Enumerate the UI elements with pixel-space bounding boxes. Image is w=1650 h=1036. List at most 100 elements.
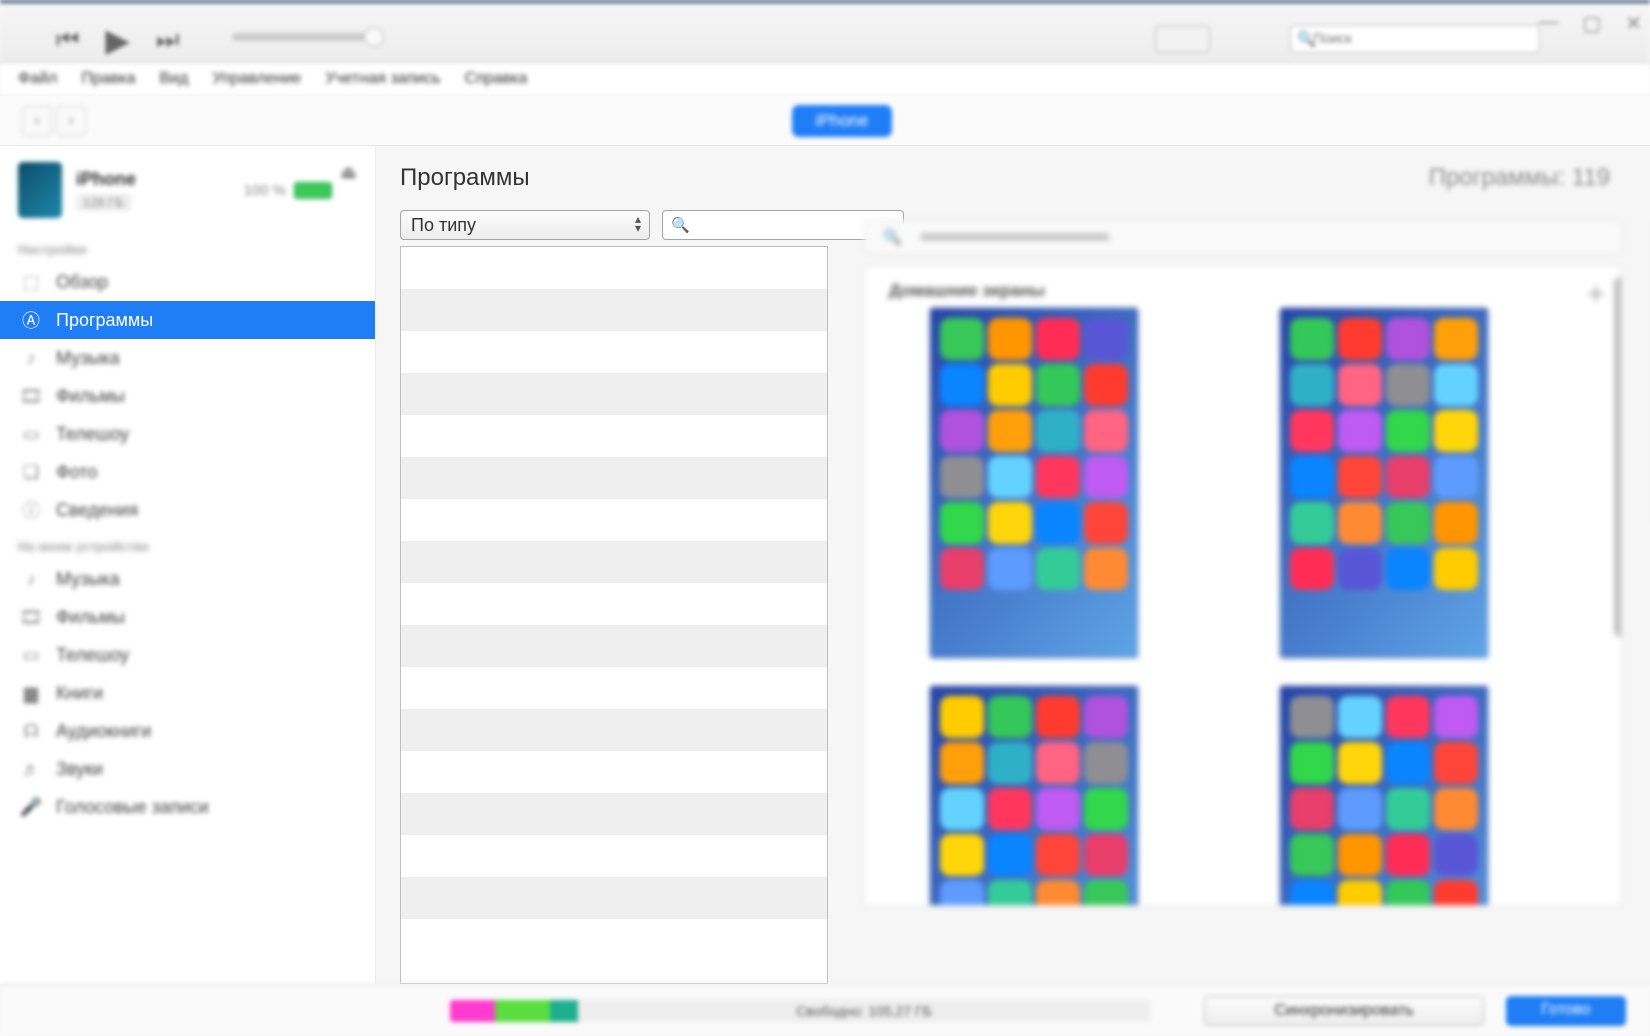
usage-segment	[550, 1000, 578, 1022]
app-list-row[interactable]	[401, 667, 827, 709]
apps-column: Программы По типу ▴▾ 🔍	[376, 146, 846, 984]
menu-item[interactable]: Вид	[159, 70, 188, 89]
home-screen[interactable]: Страница 1	[929, 685, 1139, 906]
sidebar-item[interactable]: 🎞Фильмы	[0, 598, 375, 636]
device-capacity: 128 ГБ	[76, 194, 131, 211]
search-icon: 🔍	[1297, 30, 1316, 48]
sort-dropdown[interactable]: По типу ▴▾	[400, 210, 650, 240]
storage-usage-bar: Свободно: 105,27 ГБ	[450, 1000, 1150, 1022]
menu-item[interactable]: Учетная запись	[325, 70, 440, 89]
home-screens-header: Домашние экраны	[889, 281, 1597, 301]
sidebar-item-label: Звуки	[56, 759, 103, 780]
search-icon: 🔍	[671, 216, 690, 234]
done-button[interactable]: Готово	[1506, 996, 1626, 1026]
sidebar-item-label: Телешоу	[56, 424, 129, 445]
sidebar-item-label: Телешоу	[56, 645, 129, 666]
sidebar: iPhone 128 ГБ 100 % ⏏ Настройки ⬚ОбзорⒶП…	[0, 146, 376, 984]
sidebar-item[interactable]: ☊Аудиокниги	[0, 712, 375, 750]
sidebar-item-icon: ♪	[20, 347, 42, 369]
library-search-input[interactable]	[1313, 26, 1536, 50]
inner-scrollbar[interactable]	[1613, 267, 1622, 899]
battery-icon	[294, 182, 332, 199]
device-name: iPhone	[76, 169, 243, 190]
sidebar-item[interactable]: 🎤 Голосовые записи	[0, 788, 375, 826]
sidebar-item-label: Обзор	[56, 272, 108, 293]
section-caption-ondevice: На моем устройстве	[0, 529, 375, 560]
sidebar-item-icon: Ⓐ	[20, 309, 42, 331]
titlebar-toolbar: ⏮ ▶ ⏭ 🔍 — ▢ ✕	[0, 0, 1650, 64]
app-list-row[interactable]	[401, 751, 827, 793]
app-list-row[interactable]	[401, 877, 827, 919]
app-list-row[interactable]	[401, 583, 827, 625]
sidebar-item-label: Программы	[56, 310, 153, 331]
search-icon: 🔍	[883, 228, 902, 246]
eject-icon[interactable]: ⏏	[340, 162, 357, 183]
sidebar-item[interactable]: ▭ Телешоу	[0, 636, 375, 674]
menu-item[interactable]: Правка	[81, 70, 135, 89]
sidebar-item-label: Фильмы	[56, 386, 125, 407]
sidebar-item[interactable]: 🎞Фильмы	[0, 377, 375, 415]
menu-item[interactable]: Справка	[465, 70, 528, 89]
next-track-icon[interactable]: ⏭	[156, 24, 179, 56]
device-tab[interactable]: iPhone	[792, 105, 893, 137]
app-list-row[interactable]	[401, 247, 827, 289]
add-page-icon[interactable]: ＋	[1585, 277, 1607, 309]
app-list-row[interactable]	[401, 625, 827, 667]
volume-slider[interactable]	[232, 33, 382, 41]
sidebar-item-label: Книги	[56, 683, 103, 704]
app-list-row[interactable]	[401, 373, 827, 415]
window-minimize-icon[interactable]: —	[1538, 11, 1558, 36]
app-list-row[interactable]	[401, 289, 827, 331]
sidebar-item[interactable]: ♪Музыка	[0, 339, 375, 377]
device-thumbnail	[18, 162, 62, 218]
sidebar-item-icon: ▆	[20, 682, 42, 704]
nav-back-button[interactable]: ‹	[22, 106, 52, 136]
sidebar-item-label: Голосовые записи	[56, 797, 209, 818]
home-screens-search[interactable]: 🔍	[864, 220, 1622, 254]
window-maximize-icon[interactable]: ▢	[1582, 11, 1601, 36]
device-header: iPhone 128 ГБ 100 % ⏏	[0, 154, 375, 232]
sidebar-item-icon: 🎤	[20, 796, 42, 818]
sidebar-item[interactable]: ⓘСведения	[0, 491, 375, 529]
sidebar-item[interactable]: ♪Музыка	[0, 560, 375, 598]
prev-track-icon[interactable]: ⏮	[56, 24, 79, 56]
sync-button[interactable]: Синхронизировать	[1204, 996, 1484, 1026]
sidebar-item-icon: ⓘ	[20, 499, 42, 521]
device-view-button[interactable]	[1155, 25, 1210, 53]
bottom-bar: Свободно: 105,27 ГБ Синхронизировать Гот…	[0, 984, 1650, 1036]
playback-controls: ⏮ ▶ ⏭	[56, 21, 179, 59]
app-list-row[interactable]	[401, 331, 827, 373]
sidebar-item-icon: ▭	[20, 644, 42, 666]
sidebar-item-label: Музыка	[56, 569, 120, 590]
menu-item[interactable]: Файл	[18, 70, 57, 89]
sidebar-item-label: Аудиокниги	[56, 721, 151, 742]
location-bar: ‹ › iPhone	[0, 96, 1650, 146]
sidebar-item[interactable]: ❏Фото	[0, 453, 375, 491]
apps-list[interactable]	[400, 246, 828, 984]
play-icon[interactable]: ▶	[105, 21, 130, 59]
app-list-row[interactable]	[401, 793, 827, 835]
sidebar-item-icon: ▭	[20, 423, 42, 445]
home-screen[interactable]	[929, 307, 1139, 665]
sidebar-item[interactable]: Ⓐ Программы	[0, 301, 375, 339]
sidebar-item[interactable]: ♬Звуки	[0, 750, 375, 788]
sidebar-item[interactable]: ▭ Телешоу	[0, 415, 375, 453]
home-screen[interactable]	[1279, 307, 1489, 665]
library-search[interactable]: 🔍	[1290, 25, 1540, 53]
app-list-row[interactable]	[401, 541, 827, 583]
home-screens-area: Домашние экраны ＋ Страница 1 Страница 2	[864, 266, 1622, 906]
app-list-row[interactable]	[401, 835, 827, 877]
apps-header: Программы	[400, 164, 828, 192]
sidebar-item[interactable]: ▆ Книги	[0, 674, 375, 712]
menu-item[interactable]: Управление	[212, 70, 301, 89]
dropdown-stepper-icon: ▴▾	[635, 215, 641, 233]
nav-forward-button[interactable]: ›	[56, 106, 86, 136]
app-list-row[interactable]	[401, 499, 827, 541]
sidebar-item[interactable]: ⬚Обзор	[0, 263, 375, 301]
app-list-row[interactable]	[401, 709, 827, 751]
app-list-row[interactable]	[401, 457, 827, 499]
app-list-row[interactable]	[401, 415, 827, 457]
sort-dropdown-label: По типу	[411, 215, 476, 236]
window-close-icon[interactable]: ✕	[1625, 11, 1642, 36]
home-screen[interactable]: Страница 2	[1279, 685, 1489, 906]
